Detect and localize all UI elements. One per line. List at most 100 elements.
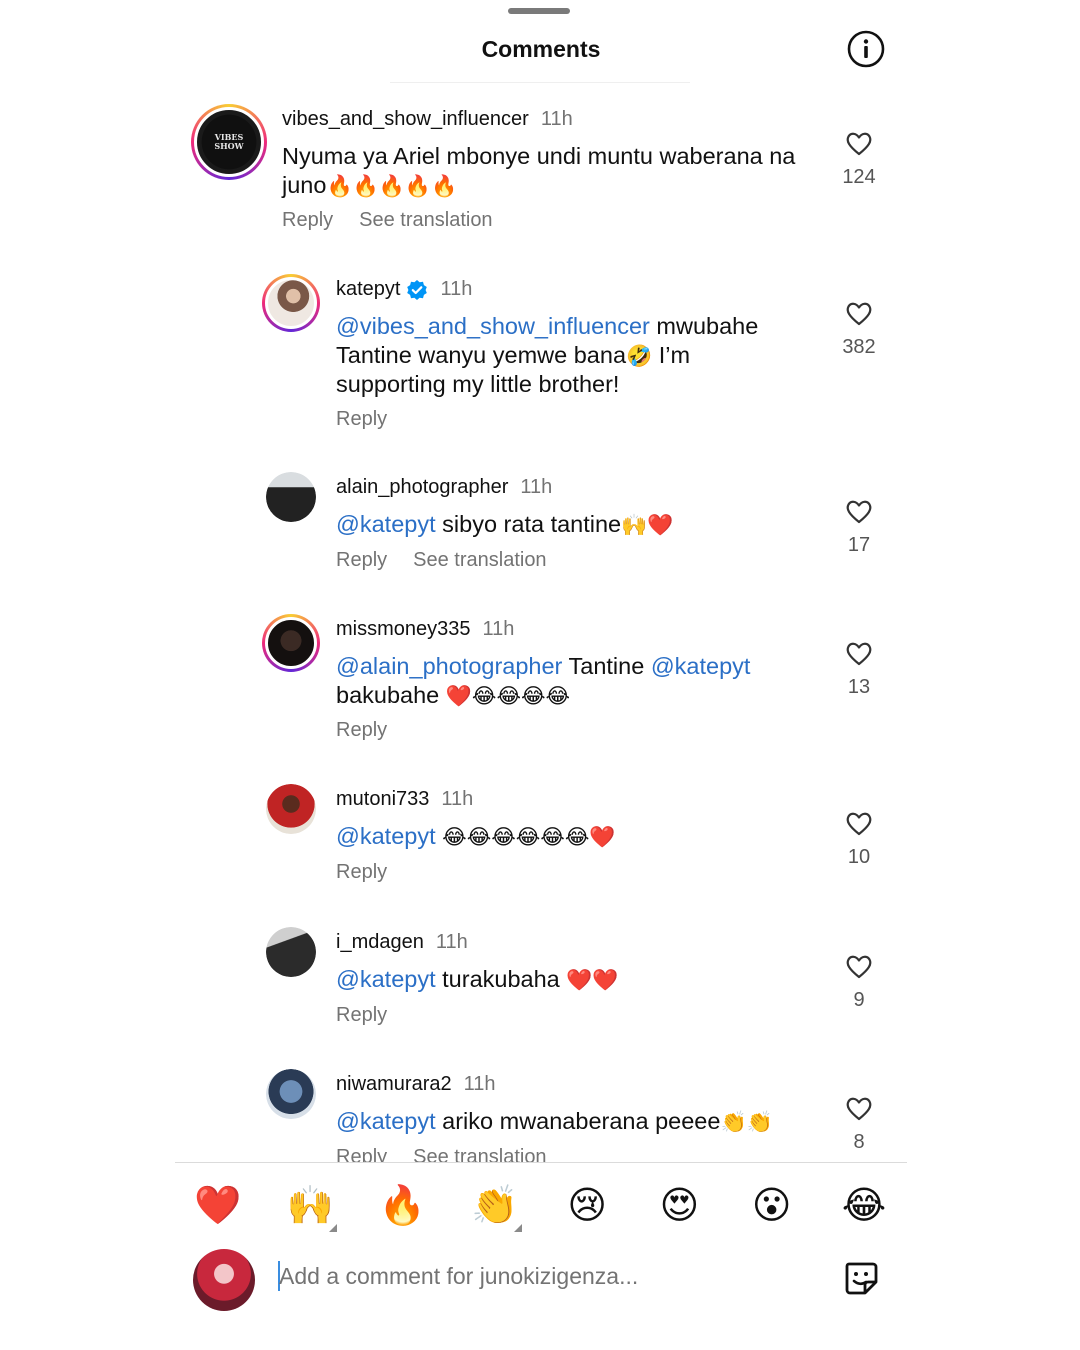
see-translation-button[interactable]: See translation <box>413 549 546 571</box>
avatar[interactable] <box>266 927 316 977</box>
comment-list[interactable]: VIBES SHOW vibes_and_show_influencer 11h Ny… <box>175 0 907 1163</box>
heart-icon[interactable] <box>845 130 873 156</box>
quick-reactions-bar: ❤️ 🙌 🔥 👏 😢 😍 😮 😂 <box>189 1178 893 1232</box>
comments-sheet: Comments VIBES SHOW vibes_and_show_influe… <box>175 0 907 1350</box>
see-translation-button[interactable]: See translation <box>413 1146 546 1164</box>
comment-item: missmoney335 11h @alain_photographer Tanti… <box>175 614 907 764</box>
reaction-heart-eyes-button[interactable]: 😍 <box>650 1178 708 1232</box>
avatar[interactable] <box>262 274 320 332</box>
comment-text: @katepyt ariko mwanaberana peeee👏👏 <box>336 1107 796 1137</box>
avatar-logo-text: VIBES SHOW <box>214 132 244 151</box>
comment-actions: Reply See translation <box>336 1146 573 1164</box>
comment-actions: Reply <box>336 719 413 742</box>
reply-button[interactable]: Reply <box>336 549 387 571</box>
emoji-text: 🙌❤️ <box>621 513 674 537</box>
comment-actions: Reply See translation <box>336 549 573 572</box>
heart-icon[interactable] <box>845 810 873 836</box>
like-count: 13 <box>847 676 871 698</box>
like-control: 124 <box>829 130 889 189</box>
comment-item: i_mdagen 11h @katepyt turakubaha ❤️❤️ Reply… <box>175 927 907 1077</box>
username-link[interactable]: mutoni733 <box>336 788 429 811</box>
composer-divider <box>175 1162 907 1163</box>
mention-link[interactable]: @vibes_and_show_influencer <box>336 313 650 339</box>
comment-text: @alain_photographer Tantine @katepyt bak… <box>336 652 776 710</box>
comment-header: niwamurara2 11h <box>336 1073 496 1096</box>
avatar[interactable]: VIBES SHOW <box>191 104 267 180</box>
heart-icon[interactable] <box>845 1095 873 1121</box>
laughing-tears-icon: 😂 <box>841 1183 887 1227</box>
comment-time: 11h <box>440 278 473 300</box>
heart-icon[interactable] <box>845 640 873 666</box>
emoji-text: ❤️❤️ <box>566 968 619 992</box>
heart-icon[interactable] <box>845 300 873 326</box>
avatar[interactable] <box>266 1069 316 1119</box>
reaction-surprised-face-button[interactable]: 😮 <box>743 1178 801 1232</box>
reply-button[interactable]: Reply <box>336 1146 387 1164</box>
mention-link[interactable]: @katepyt <box>651 653 751 679</box>
reaction-clapping-hands-button[interactable]: 👏 <box>466 1178 524 1232</box>
comment-actions: Reply <box>336 408 413 431</box>
like-control: 13 <box>829 640 889 699</box>
comment-item: niwamurara2 11h @katepyt ariko mwanaberana… <box>175 1069 907 1163</box>
comment-header: missmoney335 11h <box>336 618 514 641</box>
comment-composer <box>175 1245 907 1315</box>
mention-link[interactable]: @katepyt <box>336 511 436 537</box>
clapping-hands-icon: 👏 <box>471 1182 519 1227</box>
like-count: 10 <box>847 846 871 868</box>
comment-text-segment: Tantine <box>562 653 651 679</box>
heart-icon[interactable] <box>845 498 873 524</box>
comment-time: 11h <box>540 108 573 130</box>
reaction-fire-button[interactable]: 🔥 <box>374 1178 432 1232</box>
comment-header: katepyt 11h <box>336 278 472 301</box>
emoji-text: 🤣 <box>626 343 653 368</box>
reply-button[interactable]: Reply <box>282 209 333 231</box>
mention-link[interactable]: @katepyt <box>336 1108 436 1134</box>
avatar[interactable] <box>266 784 316 834</box>
like-control: 10 <box>829 810 889 869</box>
reaction-heart-button[interactable]: ❤️ <box>189 1178 247 1232</box>
username-link[interactable]: vibes_and_show_influencer <box>282 108 529 131</box>
comment-item: mutoni733 11h @katepyt 😂😂😂😂😂😂❤️ Reply 10 <box>175 784 907 934</box>
avatar[interactable] <box>262 614 320 672</box>
username-link[interactable]: missmoney335 <box>336 618 471 641</box>
username-link[interactable]: alain_photographer <box>336 476 508 499</box>
my-avatar <box>193 1249 255 1311</box>
comment-text: @katepyt 😂😂😂😂😂😂❤️ <box>336 822 796 852</box>
like-control: 9 <box>829 953 889 1012</box>
verified-badge-icon <box>407 279 428 300</box>
reply-button[interactable]: Reply <box>336 1004 387 1026</box>
comment-text-segment: ariko mwanaberana peeee <box>435 1108 721 1134</box>
fire-icon: 🔥 <box>378 1182 427 1227</box>
emoji-text: 👏👏 <box>720 1110 773 1134</box>
username-link[interactable]: niwamurara2 <box>336 1073 452 1096</box>
comment-time: 11h <box>482 618 515 640</box>
emoji-text: 🔥🔥🔥🔥🔥 <box>326 173 458 198</box>
raising-hands-icon: 🙌 <box>286 1182 334 1227</box>
skin-tone-indicator-icon <box>513 1224 522 1232</box>
surprised-face-icon: 😮 <box>751 1183 792 1227</box>
like-count: 124 <box>842 166 876 188</box>
reaction-laughing-tears-button[interactable]: 😂 <box>835 1178 893 1232</box>
comment-time: 11h <box>441 788 474 810</box>
reaction-raising-hands-button[interactable]: 🙌 <box>281 1178 339 1232</box>
comment-header: i_mdagen 11h <box>336 931 468 954</box>
avatar[interactable] <box>266 472 316 522</box>
heart-icon[interactable] <box>845 953 873 979</box>
comment-text: Nyuma ya Ariel mbonye undi muntu waberan… <box>282 142 812 200</box>
comment-header: mutoni733 11h <box>336 788 473 811</box>
mention-link[interactable]: @katepyt <box>336 823 436 849</box>
reply-button[interactable]: Reply <box>336 861 387 883</box>
username-link[interactable]: katepyt <box>336 278 400 301</box>
comment-text-segment: turakubaha <box>435 966 567 992</box>
mention-link[interactable]: @alain_photographer <box>336 653 562 679</box>
reply-button[interactable]: Reply <box>336 408 387 430</box>
mention-link[interactable]: @katepyt <box>336 966 436 992</box>
reply-button[interactable]: Reply <box>336 719 387 741</box>
see-translation-button[interactable]: See translation <box>359 209 492 231</box>
comment-text: @katepyt sibyo rata tantine🙌❤️ <box>336 510 796 540</box>
reaction-crying-face-button[interactable]: 😢 <box>558 1178 616 1232</box>
comment-time: 11h <box>435 931 468 953</box>
username-link[interactable]: i_mdagen <box>336 931 424 954</box>
comment-input[interactable] <box>279 1259 799 1293</box>
sticker-icon[interactable] <box>841 1258 881 1298</box>
